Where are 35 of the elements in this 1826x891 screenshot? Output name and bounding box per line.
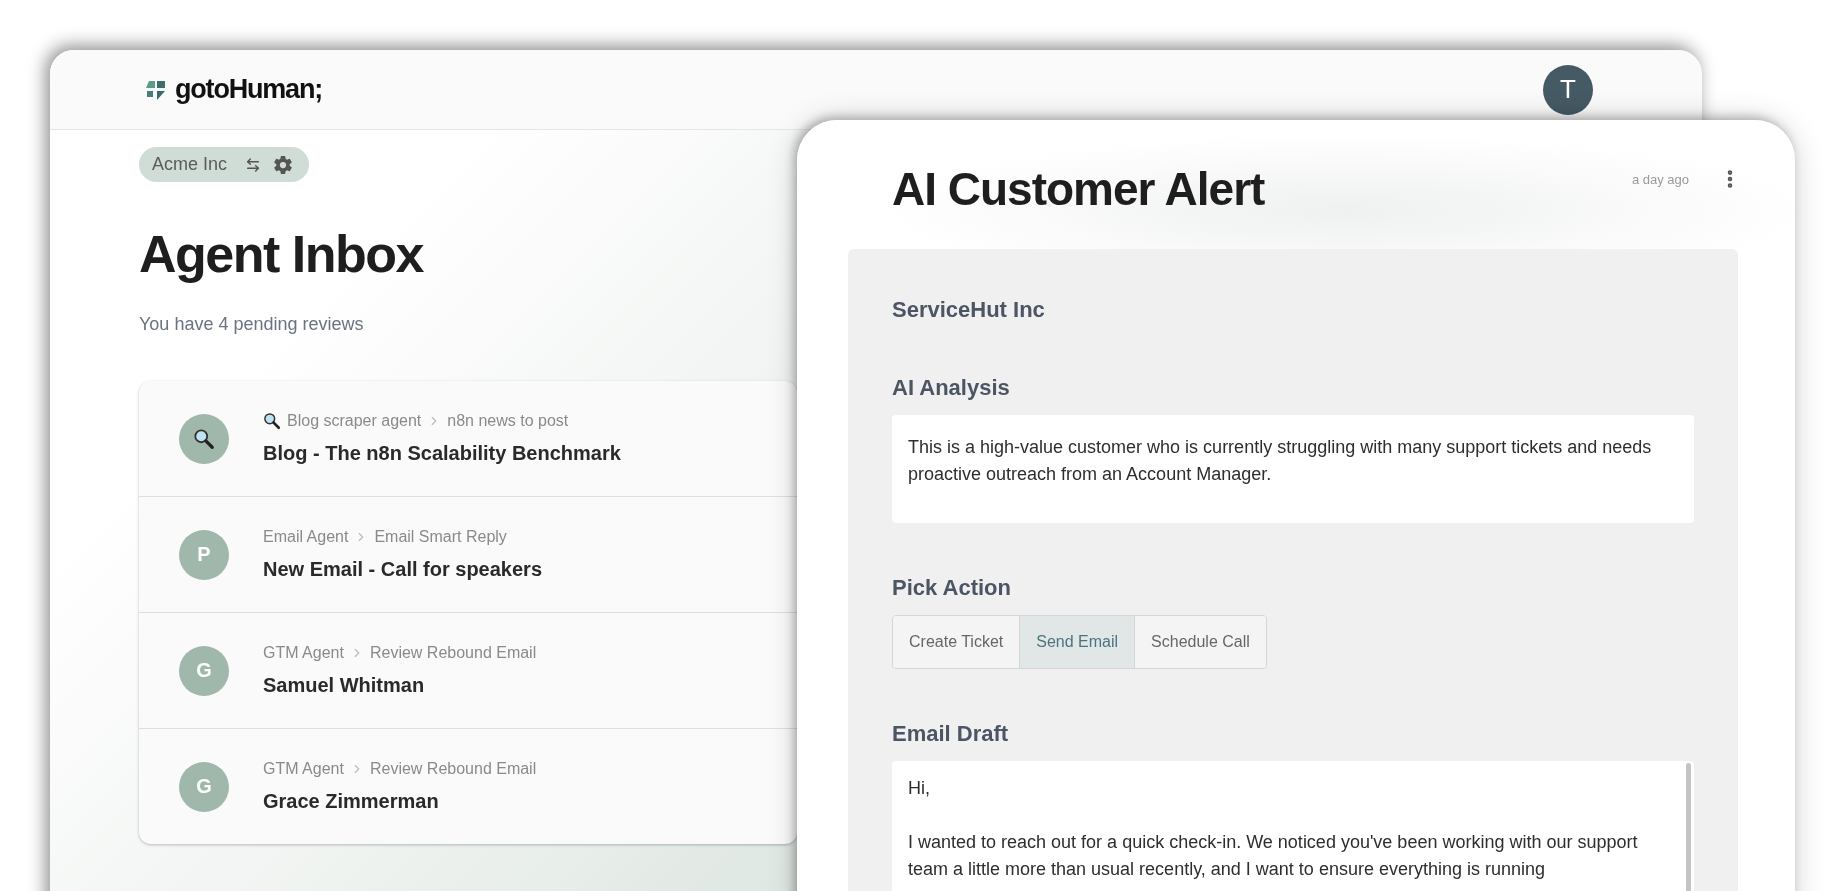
flow-name: Review Rebound Email: [369, 760, 537, 778]
agent-name: Email Agent: [263, 528, 349, 546]
pending-count: You have 4 pending reviews: [139, 314, 364, 335]
agent-name: GTM Agent: [263, 760, 344, 778]
inbox-item[interactable]: P Email Agent Email Smart Reply New Email - Call for speakers: [139, 496, 797, 612]
item-title: New Email - Call for speakers: [263, 558, 542, 581]
avatar: G: [179, 761, 229, 812]
inbox-item[interactable]: Blog scraper agent n8n news to post Blog - The n8n Scalability Benchmark: [139, 381, 797, 496]
flow-name: Review Rebound Email: [369, 644, 537, 662]
action-option[interactable]: Schedule Call: [1134, 616, 1266, 668]
action-option[interactable]: Send Email: [1019, 616, 1135, 668]
action-option[interactable]: Create Ticket: [893, 616, 1020, 668]
agent-name: GTM Agent: [263, 644, 344, 662]
analysis-text: This is a high-value customer who is currently struggling with many support tickets and needs proactive outreach from an Account Manager.: [892, 415, 1694, 523]
section-label: Pick Action: [892, 575, 1012, 601]
avatar: P: [179, 529, 229, 580]
company-name: ServiceHut Inc: [892, 297, 1046, 323]
inbox-item[interactable]: G GTM Agent Review Rebound Email Grace Zimmerman: [139, 728, 797, 844]
avatar: G: [179, 645, 229, 696]
user-avatar[interactable]: T: [1543, 64, 1593, 115]
flow-name: Email Smart Reply: [374, 528, 507, 546]
page-title: Agent Inbox: [139, 224, 423, 284]
workspace-chip[interactable]: Acme Inc: [139, 147, 310, 182]
item-title: Grace Zimmerman: [263, 790, 440, 813]
brand-name: gotoHuman;: [175, 74, 322, 105]
timestamp: a day ago: [1631, 171, 1689, 187]
item-title: Blog - The n8n Scalability Benchmark: [263, 442, 621, 465]
item-title: Samuel Whitman: [263, 674, 426, 697]
review-title: AI Customer Alert: [892, 162, 1265, 216]
agent-name: Blog scraper agent: [287, 412, 422, 430]
flow-name: n8n news to post: [447, 412, 569, 430]
section-label: AI Analysis: [892, 375, 1011, 401]
section-label: Email Draft: [892, 721, 1010, 747]
email-draft-field[interactable]: Hi, I wanted to reach out for a quick check-in. We noticed you've been working with our support team a little more than usual recently, and I want to ensure everything is running: [892, 761, 1694, 891]
inbox-item[interactable]: G GTM Agent Review Rebound Email Samuel Whitman: [139, 612, 797, 728]
